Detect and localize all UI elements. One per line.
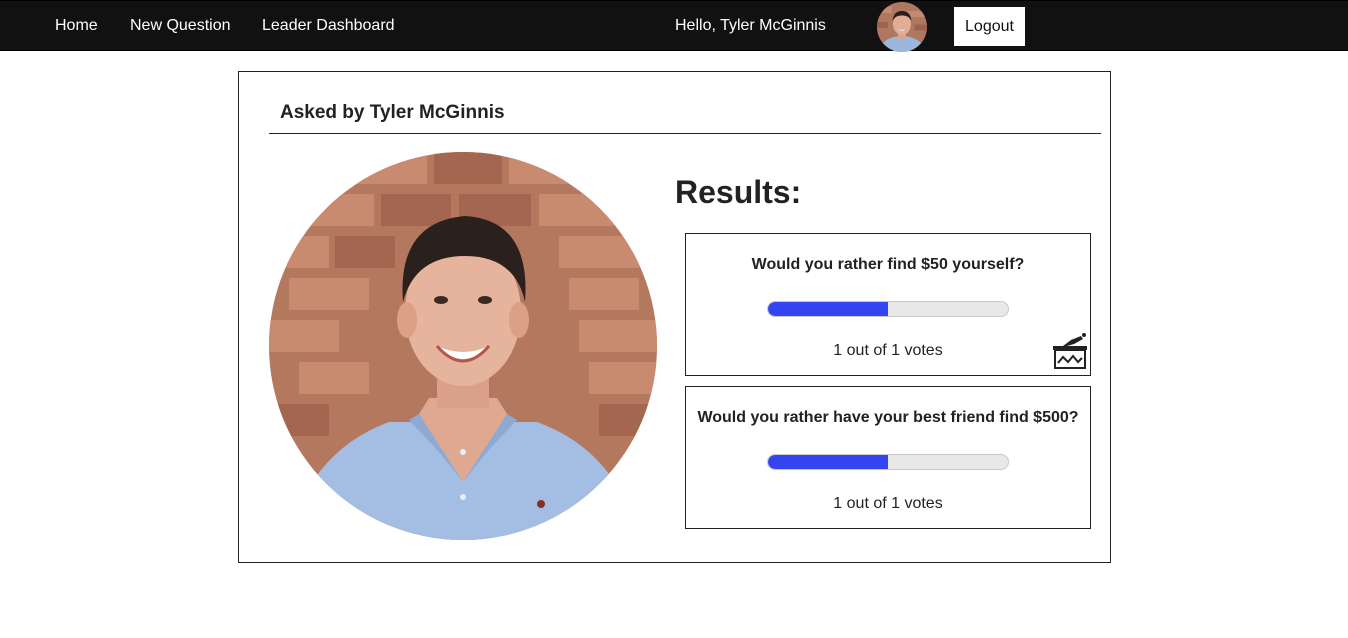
user-avatar-image — [877, 2, 927, 52]
vote-progress-fill — [768, 455, 888, 469]
option-text: Would you rather find $50 yourself? — [751, 256, 1025, 273]
author-avatar — [269, 152, 657, 540]
nav-home-link[interactable]: Home — [55, 17, 98, 35]
navbar: Home New Question Leader Dashboard Hello… — [0, 0, 1348, 52]
results-title: Results: — [675, 174, 802, 210]
vote-progress-bar — [767, 454, 1009, 470]
option-result-card: Would you rather find $50 yourself? 1 ou… — [685, 233, 1091, 376]
card-divider — [269, 133, 1101, 134]
author-avatar-image — [269, 152, 657, 540]
option-result-card: Would you rather have your best friend f… — [685, 386, 1091, 529]
option-text: Would you rather have your best friend f… — [697, 409, 1079, 426]
ballot-box-icon — [1051, 332, 1089, 370]
asked-by-heading: Asked by Tyler McGinnis — [280, 102, 505, 123]
nav-new-question-link[interactable]: New Question — [130, 17, 231, 35]
question-card: Asked by Tyler McGinnis Results: Would y… — [238, 71, 1111, 563]
vote-count: 1 out of 1 votes — [833, 342, 943, 359]
user-greeting: Hello, Tyler McGinnis — [675, 17, 826, 34]
vote-progress-bar — [767, 301, 1009, 317]
logout-button[interactable]: Logout — [954, 7, 1025, 46]
user-avatar — [877, 2, 927, 52]
vote-count: 1 out of 1 votes — [833, 495, 943, 512]
nav-leader-dashboard-link[interactable]: Leader Dashboard — [262, 17, 395, 35]
vote-progress-fill — [768, 302, 888, 316]
